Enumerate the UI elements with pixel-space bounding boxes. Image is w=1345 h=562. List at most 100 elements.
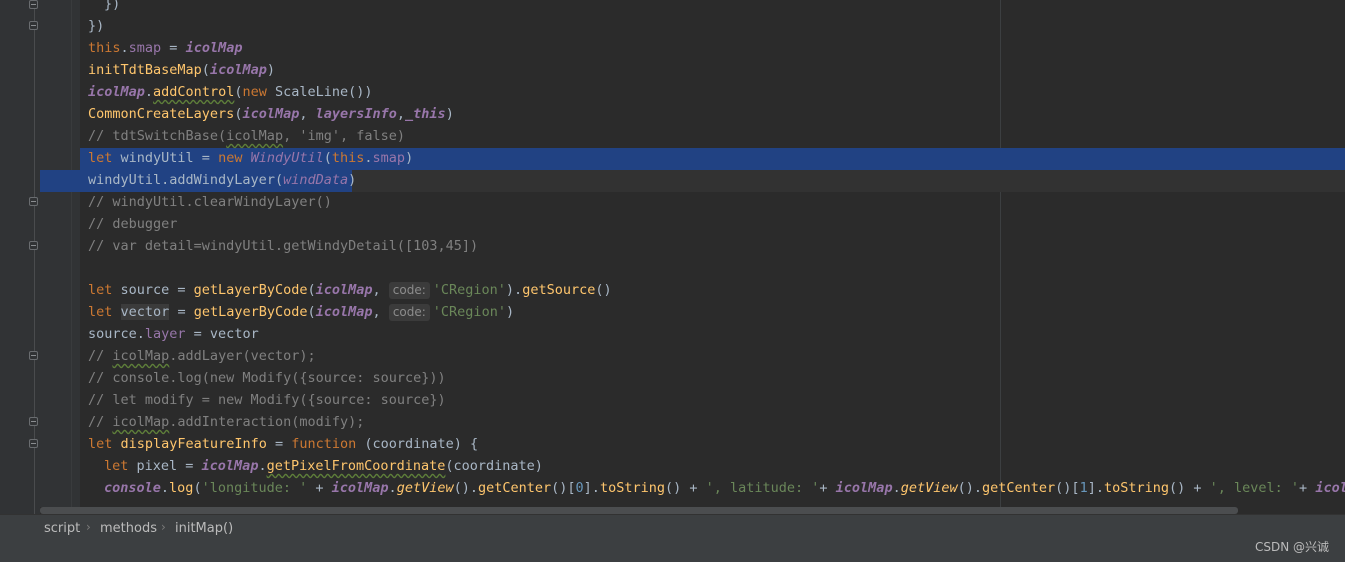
chevron-right-icon: ›: [86, 520, 91, 534]
code-token: +: [1299, 480, 1316, 496]
code-line[interactable]: // console.log(new Modify({source: sourc…: [88, 367, 446, 389]
code-token: ].: [583, 480, 600, 496]
code-token: windData: [283, 172, 349, 188]
status-bar: [0, 542, 1345, 562]
fold-toggle-icon[interactable]: [29, 0, 38, 9]
code-line[interactable]: // tdtSwitchBase(icolMap, 'img', false): [88, 125, 405, 147]
code-line[interactable]: let pixel = icolMap.getPixelFromCoordina…: [104, 455, 543, 477]
code-line[interactable]: // windyUtil.clearWindyLayer(): [88, 191, 332, 213]
code-token: ,: [299, 106, 316, 122]
code-line[interactable]: }): [104, 0, 120, 15]
code-token: .: [258, 458, 267, 474]
code-line[interactable]: source.layer = vector: [88, 323, 259, 345]
code-token: icolMap: [88, 84, 145, 100]
breadcrumb-item-initmap[interactable]: initMap(): [175, 521, 233, 536]
code-token: getCenter: [477, 480, 552, 496]
code-token: let: [104, 458, 129, 474]
code-line[interactable]: let windyUtil = new WindyUtil(this.smap): [88, 147, 413, 169]
code-line[interactable]: icolMap.addControl(new ScaleLine()): [88, 81, 373, 103]
code-token: // debugger: [88, 216, 178, 232]
code-token: ): [405, 150, 414, 166]
code-line[interactable]: initTdtBaseMap(icolMap): [88, 59, 275, 81]
code-token: ): [266, 62, 275, 78]
code-token: ()[: [551, 480, 576, 496]
code-token: ()[: [1055, 480, 1080, 496]
code-token: icolMap: [315, 304, 373, 320]
code-token: (: [193, 480, 202, 496]
watermark-text: CSDN @兴诚: [1254, 540, 1329, 554]
code-token: }): [104, 0, 121, 12]
code-token: ScaleLine()): [266, 84, 373, 100]
code-token: icolMap: [315, 282, 373, 298]
code-token: new: [242, 84, 267, 100]
code-token: ().: [453, 480, 478, 496]
breadcrumb-item-methods[interactable]: methods: [100, 521, 157, 536]
code-line[interactable]: let vector = getLayerByCode(icolMap, cod…: [88, 301, 514, 323]
chevron-right-icon: ›: [161, 520, 166, 534]
code-token: layersInfo: [315, 106, 397, 122]
horizontal-scrollbar-thumb[interactable]: [40, 507, 1238, 514]
code-token: getView: [396, 480, 454, 496]
parameter-hint: code:: [388, 304, 430, 321]
code-token: ', level: ': [1209, 480, 1300, 496]
fold-toggle-icon[interactable]: [29, 351, 38, 360]
code-token: ): [445, 106, 454, 122]
code-token: () +: [1169, 480, 1210, 496]
code-token: .addInteraction(modify);: [169, 414, 365, 430]
code-line[interactable]: }): [88, 15, 104, 37]
fold-toggle-icon[interactable]: [29, 417, 38, 426]
fold-toggle-icon[interactable]: [29, 21, 38, 30]
code-line[interactable]: // var detail=windyUtil.getWindyDetail([…: [88, 235, 478, 257]
code-token: ).: [505, 282, 523, 298]
code-token: // var detail=windyUtil.getWindyDetail([…: [88, 238, 479, 254]
code-token: toString: [1103, 480, 1169, 496]
code-token: = vector: [185, 326, 259, 342]
code-token: .: [388, 480, 397, 496]
code-token: getCenter: [982, 480, 1056, 496]
code-token: WindyUtil: [250, 150, 324, 166]
code-token: this: [88, 40, 121, 56]
code-token: // windyUtil.clearWindyLayer(): [88, 194, 332, 210]
code-token: addControl: [153, 84, 235, 100]
code-token: smap: [128, 40, 162, 56]
code-token: (: [307, 282, 316, 298]
fold-toggle-icon[interactable]: [29, 197, 38, 206]
code-line[interactable]: // icolMap.addInteraction(modify);: [88, 411, 364, 433]
fold-guide-line: [34, 0, 35, 514]
code-token: .: [364, 150, 373, 166]
code-token: (: [307, 304, 316, 320]
code-line[interactable]: windyUtil.addWindyLayer(windData): [88, 169, 356, 191]
fold-toggle-icon[interactable]: [29, 439, 38, 448]
code-token: (: [201, 62, 210, 78]
code-editor[interactable]: }) }) this.smap = icolMap initTdtBaseMap…: [0, 0, 1345, 514]
code-line[interactable]: this.smap = icolMap: [88, 37, 242, 59]
code-token: .: [160, 480, 170, 496]
code-token: getLayerByCode: [193, 304, 308, 320]
code-line[interactable]: let source = getLayerByCode(icolMap, cod…: [88, 279, 612, 301]
code-token: getSource: [522, 282, 596, 298]
code-token: (coordinate): [445, 458, 543, 474]
code-line[interactable]: CommonCreateLayers(icolMap, layersInfo,_…: [88, 103, 454, 125]
code-token: ,: [372, 304, 389, 320]
code-token: windyUtil.: [88, 172, 170, 188]
code-token: +: [307, 480, 332, 496]
code-line[interactable]: console.log('longitude: ' + icolMap.getV…: [104, 477, 1345, 499]
code-line[interactable]: // icolMap.addLayer(vector);: [88, 345, 316, 367]
code-line[interactable]: let displayFeatureInfo = function (coord…: [88, 433, 478, 455]
code-line[interactable]: // debugger: [88, 213, 177, 235]
code-token: this: [331, 150, 365, 166]
code-token: function: [291, 436, 357, 452]
code-token: .: [892, 480, 901, 496]
code-token: (: [323, 150, 332, 166]
code-line[interactable]: // let modify = new Modify({source: sour…: [88, 389, 446, 411]
code-token: getView: [900, 480, 958, 496]
code-token: // tdtSwitchBase(: [88, 128, 227, 144]
code-token: let: [88, 304, 113, 320]
code-token: (: [274, 172, 284, 188]
breadcrumb-item-script[interactable]: script: [44, 521, 80, 536]
code-token: vector: [120, 304, 170, 320]
fold-toggle-icon[interactable]: [29, 241, 38, 250]
code-token: ): [348, 172, 357, 188]
editor-gutter[interactable]: [0, 0, 80, 514]
